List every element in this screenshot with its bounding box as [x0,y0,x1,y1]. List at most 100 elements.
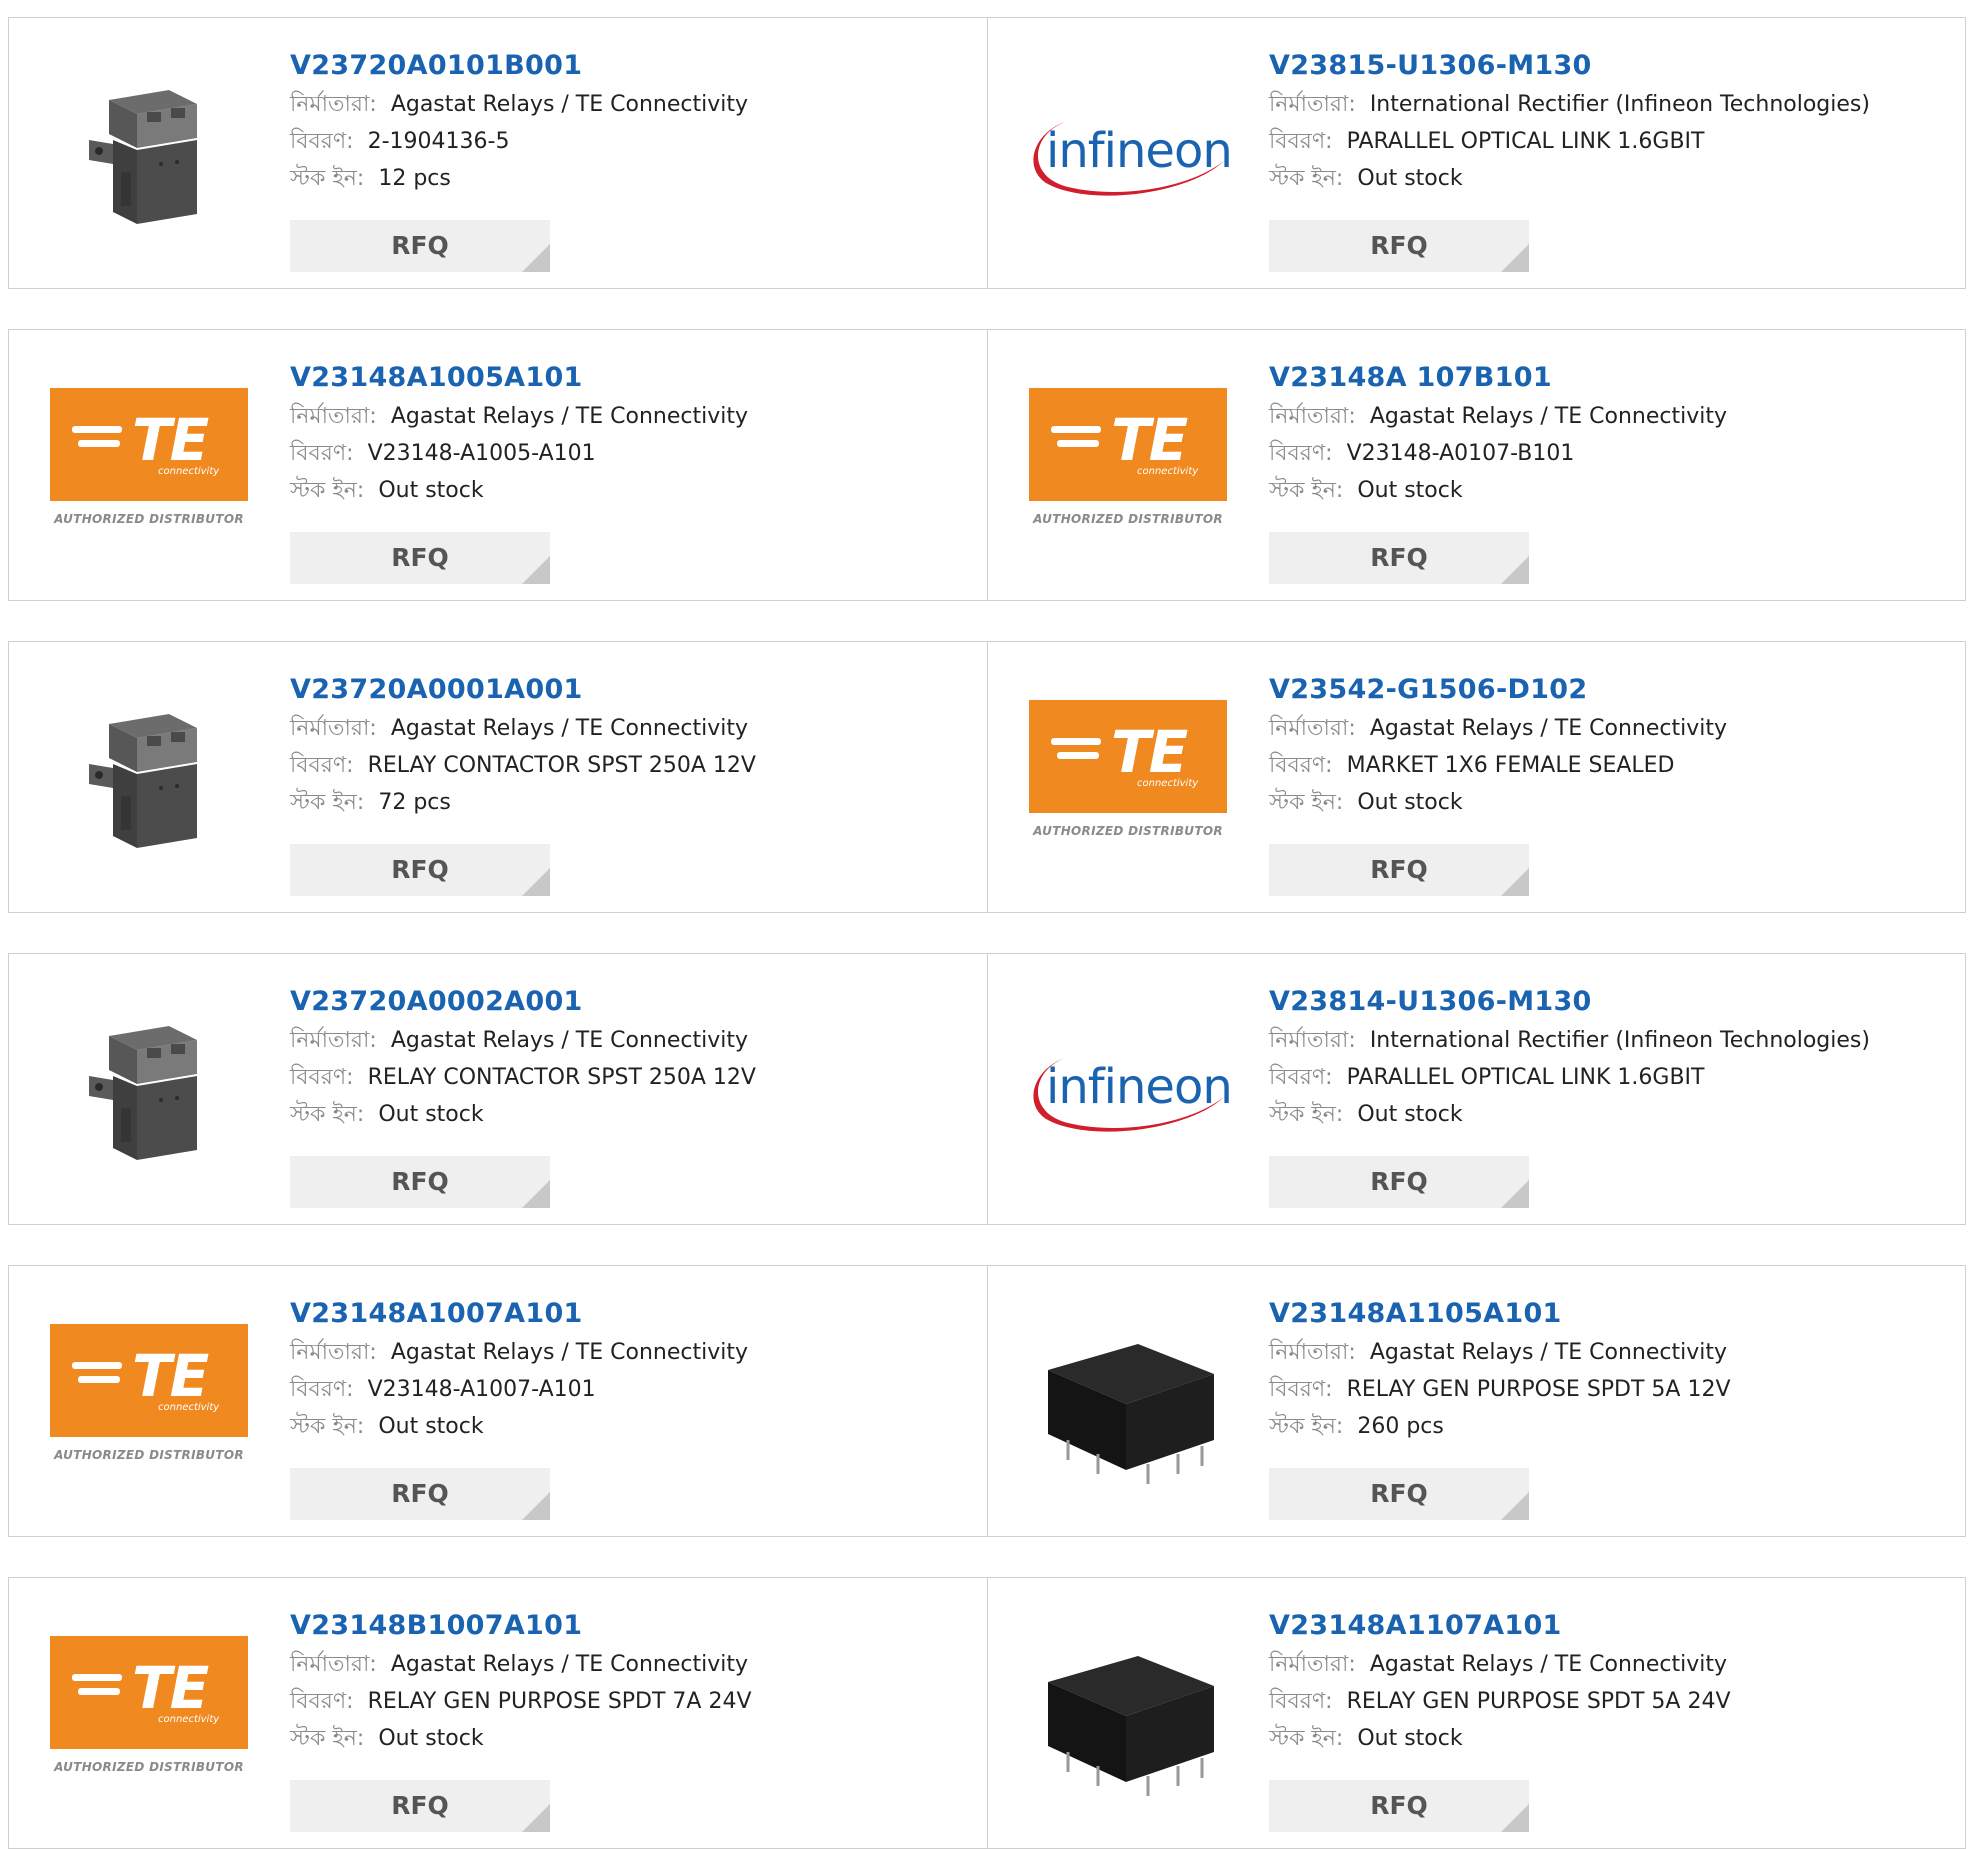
rfq-button-label: RFQ [391,1167,449,1196]
product-thumbnail[interactable]: infineon [1028,52,1233,256]
manufacturer-value: Agastat Relays / TE Connectivity [390,1652,748,1677]
product-card: V23720A0001A001 নির্মাতারা: Agastat Relays… [9,642,987,912]
product-thumbnail[interactable] [49,676,249,880]
rfq-button[interactable]: RFQ [1269,1468,1529,1520]
stock-value: Out stock [1357,478,1463,503]
authorized-distributor-label: AUTHORIZED DISTRIBUTOR [54,1760,244,1774]
description-value: RELAY CONTACTOR SPST 250A 12V [367,1065,756,1090]
part-number-link[interactable]: V23148A1005A101 [290,358,977,398]
description-value: PARALLEL OPTICAL LINK 1.6GBIT [1346,1065,1705,1090]
te-logo-text: TE [1111,718,1188,786]
rfq-button[interactable]: RFQ [1269,1156,1529,1208]
rfq-button-label: RFQ [391,1479,449,1508]
manufacturer-line: নির্মাতারা: Agastat Relays / TE Connectiv… [1269,398,1955,435]
product-info: V23148A 107B101 নির্মাতারা: Agastat Relays… [1269,358,1955,509]
rfq-corner-triangle [1501,556,1529,584]
te-logo-box: TE connectivity [50,388,248,501]
part-number-link[interactable]: V23720A0002A001 [290,982,977,1022]
part-number-link[interactable]: V23720A0101B001 [290,46,977,86]
product-info: V23148B1007A101 নির্মাতারা: Agastat Relays… [290,1606,977,1757]
product-info: V23148A1005A101 নির্মাতারা: Agastat Relays… [290,358,977,509]
te-logo-box: TE connectivity [1029,388,1227,501]
rfq-button[interactable]: RFQ [1269,1780,1529,1832]
product-card: V23148A1107A101 নির্মাতারা: Agastat Relays… [987,1578,1965,1848]
product-info: V23148A1105A101 নির্মাতারা: Agastat Relays… [1269,1294,1955,1445]
description-label: বিবরণ: [290,1377,354,1402]
product-thumbnail[interactable]: TE connectivity AUTHORIZED DISTRIBUTOR [49,364,249,568]
rfq-corner-triangle [522,1804,550,1832]
rfq-button[interactable]: RFQ [1269,532,1529,584]
stock-value: Out stock [378,478,484,503]
description-label: বিবরণ: [1269,1377,1333,1402]
rfq-button-label: RFQ [391,231,449,260]
product-thumbnail[interactable]: TE connectivity AUTHORIZED DISTRIBUTOR [49,1612,249,1816]
part-number-link[interactable]: V23148A1007A101 [290,1294,977,1334]
description-line: বিবরণ: 2-1904136-5 [290,123,977,160]
product-thumbnail[interactable]: TE connectivity AUTHORIZED DISTRIBUTOR [1028,364,1228,568]
product-thumbnail[interactable] [1028,1612,1228,1816]
product-card: V23720A0101B001 নির্মাতারা: Agastat Relays… [9,18,987,288]
product-info: V23148A1107A101 নির্মাতারা: Agastat Relays… [1269,1606,1955,1757]
stock-label: স্টক ইন: [290,1726,365,1751]
rfq-button[interactable]: RFQ [290,1780,550,1832]
rfq-button[interactable]: RFQ [1269,220,1529,272]
product-row: V23720A0002A001 নির্মাতারা: Agastat Relays… [8,953,1966,1225]
stock-line: স্টক ইন: Out stock [290,1720,977,1757]
description-value: RELAY GEN PURPOSE SPDT 7A 24V [367,1689,752,1714]
stock-value: Out stock [1357,166,1463,191]
manufacturer-value: Agastat Relays / TE Connectivity [390,1028,748,1053]
part-number-link[interactable]: V23148A1105A101 [1269,1294,1955,1334]
description-line: বিবরণ: V23148-A1005-A101 [290,435,977,472]
stock-value: Out stock [378,1414,484,1439]
manufacturer-label: নির্মাতারা: [290,92,377,117]
part-number-link[interactable]: V23542-G1506-D102 [1269,670,1955,710]
product-thumbnail[interactable]: TE connectivity AUTHORIZED DISTRIBUTOR [1028,676,1228,880]
rfq-button-label: RFQ [1370,855,1428,884]
rfq-button[interactable]: RFQ [290,532,550,584]
part-number-link[interactable]: V23148A1107A101 [1269,1606,1955,1646]
te-logo-subtext: connectivity [1137,466,1199,477]
rfq-button[interactable]: RFQ [1269,844,1529,896]
product-thumbnail[interactable] [49,52,249,256]
stock-label: স্টক ইন: [1269,1726,1344,1751]
rfq-button[interactable]: RFQ [290,220,550,272]
rfq-button[interactable]: RFQ [290,1468,550,1520]
description-value: RELAY GEN PURPOSE SPDT 5A 12V [1346,1377,1731,1402]
te-logo-box: TE connectivity [50,1324,248,1437]
product-info: V23814-U1306-M130 নির্মাতারা: Internationa… [1269,982,1955,1133]
product-thumbnail[interactable]: infineon [1028,988,1233,1192]
te-logo-bars [72,1362,122,1390]
product-thumbnail[interactable] [1028,1300,1228,1504]
product-thumbnail[interactable] [49,988,249,1192]
part-number-link[interactable]: V23814-U1306-M130 [1269,982,1955,1022]
rfq-corner-triangle [522,556,550,584]
product-thumbnail[interactable]: TE connectivity AUTHORIZED DISTRIBUTOR [49,1300,249,1504]
stock-line: স্টক ইন: Out stock [1269,472,1955,509]
rfq-corner-triangle [522,1180,550,1208]
te-connectivity-logo: TE connectivity AUTHORIZED DISTRIBUTOR [1029,700,1227,856]
rfq-button[interactable]: RFQ [290,844,550,896]
product-card: V23148A1105A101 নির্মাতারা: Agastat Relays… [987,1266,1965,1536]
product-row: TE connectivity AUTHORIZED DISTRIBUTOR V231… [8,329,1966,601]
te-logo-text: TE [132,1342,209,1410]
part-number-link[interactable]: V23720A0001A001 [290,670,977,710]
product-row: V23720A0101B001 নির্মাতারা: Agastat Relays… [8,17,1966,289]
te-connectivity-logo: TE connectivity AUTHORIZED DISTRIBUTOR [50,388,248,544]
stock-line: স্টক ইন: 72 pcs [290,784,977,821]
manufacturer-line: নির্মাতারা: Agastat Relays / TE Connectiv… [290,398,977,435]
part-number-link[interactable]: V23815-U1306-M130 [1269,46,1955,86]
part-number-link[interactable]: V23148A 107B101 [1269,358,1955,398]
stock-value: Out stock [378,1102,484,1127]
stock-line: স্টক ইন: Out stock [290,1408,977,1445]
product-row: V23720A0001A001 নির্মাতারা: Agastat Relays… [8,641,1966,913]
manufacturer-value: Agastat Relays / TE Connectivity [1369,1340,1727,1365]
product-card: infineon V23815-U1306-M130 নির্মাতারা: Inte… [987,18,1965,288]
stock-line: স্টক ইন: Out stock [1269,1720,1955,1757]
description-label: বিবরণ: [290,129,354,154]
manufacturer-label: নির্মাতারা: [1269,92,1356,117]
stock-label: স্টক ইন: [1269,1414,1344,1439]
rfq-button[interactable]: RFQ [290,1156,550,1208]
part-number-link[interactable]: V23148B1007A101 [290,1606,977,1646]
stock-label: স্টক ইন: [1269,1102,1344,1127]
product-card: TE connectivity AUTHORIZED DISTRIBUTOR V235… [987,642,1965,912]
